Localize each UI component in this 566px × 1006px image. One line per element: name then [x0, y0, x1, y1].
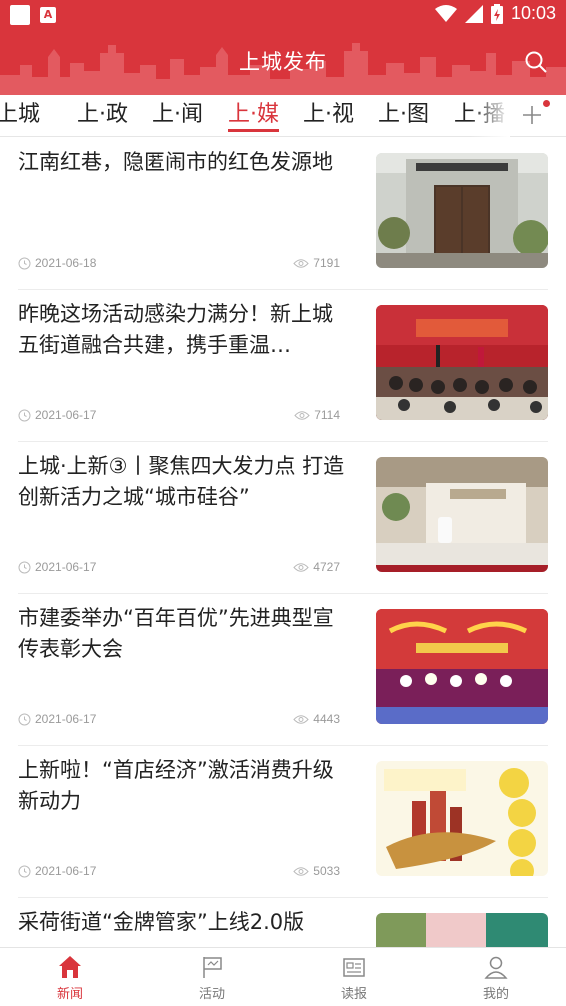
news-views: 4443 — [313, 712, 340, 726]
tab-shi[interactable]: 上·视 — [303, 100, 354, 134]
tab-mei[interactable]: 上·媒 — [228, 100, 279, 134]
eye-icon — [293, 714, 309, 724]
user-icon — [484, 956, 508, 979]
news-title: 江南红巷，隐匿闹市的红色发源地 — [18, 150, 333, 174]
eye-icon — [294, 410, 310, 420]
news-meta: 2021-06-17 4443 — [18, 712, 340, 730]
news-views: 5033 — [313, 864, 340, 878]
news-title: 市建委举办“百年百优”先进典型宣传表彰大会 — [18, 606, 334, 661]
news-title: 上城·上新③丨聚焦四大发力点 打造创新活力之城“城市硅谷” — [18, 454, 345, 509]
news-date: 2021-06-18 — [35, 256, 97, 270]
news-item[interactable]: 昨晚这场活动感染力满分！新上城五街道融合共建，携手重温… 2021-06-17 … — [18, 290, 548, 442]
news-thumbnail — [376, 305, 548, 420]
nav-newspaper[interactable]: 读报 — [314, 954, 394, 1002]
news-thumbnail — [376, 609, 548, 724]
bottom-nav: 新闻 活动 读报 我的 — [0, 947, 566, 1006]
status-bar: A 10:03 — [0, 0, 566, 30]
news-meta: 2021-06-18 7191 — [18, 256, 340, 274]
battery-icon — [490, 3, 503, 24]
news-title: 昨晚这场活动感染力满分！新上城五街道融合共建，携手重温… — [18, 302, 333, 357]
app-header: A 10:03 上城发布 — [0, 0, 566, 95]
news-thumbnail — [376, 153, 548, 268]
add-channel-icon[interactable] — [520, 103, 544, 127]
nav-news[interactable]: 新闻 — [30, 954, 110, 1002]
newspaper-icon — [343, 958, 365, 977]
eye-icon — [293, 866, 309, 876]
status-time: 10:03 — [510, 3, 556, 23]
flag-icon — [203, 957, 222, 978]
tab-shangcheng[interactable]: 上城 — [0, 100, 40, 134]
nav-label: 我的 — [482, 987, 509, 1002]
news-item[interactable]: 采荷街道“金牌管家”上线2.0版 — [18, 898, 548, 947]
news-list: 江南红巷，隐匿闹市的红色发源地 2021-06-18 7191 昨晚这场活动感染… — [0, 138, 566, 947]
clock-icon — [18, 257, 31, 269]
news-item[interactable]: 市建委举办“百年百优”先进典型宣传表彰大会 2021-06-17 4443 — [18, 594, 548, 746]
new-channel-dot — [543, 100, 550, 107]
news-views: 7114 — [314, 408, 340, 422]
tab-fade — [470, 95, 510, 137]
wifi-icon — [434, 4, 457, 22]
nav-profile[interactable]: 我的 — [456, 954, 536, 1002]
news-thumbnail — [376, 761, 548, 876]
clock-icon — [18, 409, 31, 421]
tab-wen[interactable]: 上·闻 — [152, 100, 203, 134]
news-title: 上新啦！“首店经济”激活消费升级新动力 — [18, 758, 334, 813]
news-date: 2021-06-17 — [35, 864, 97, 878]
nav-label: 活动 — [198, 987, 225, 1002]
app-title: 上城发布 — [239, 50, 327, 74]
home-icon — [59, 956, 81, 978]
clock-icon — [18, 713, 31, 725]
eye-icon — [293, 258, 309, 268]
news-date: 2021-06-17 — [35, 712, 97, 726]
tab-zheng[interactable]: 上·政 — [77, 100, 128, 134]
news-item[interactable]: 上城·上新③丨聚焦四大发力点 打造创新活力之城“城市硅谷” 2021-06-17… — [18, 442, 548, 594]
news-views: 4727 — [313, 560, 340, 574]
news-thumbnail — [376, 457, 548, 572]
nav-label: 新闻 — [56, 987, 83, 1002]
clock-icon — [18, 865, 31, 877]
clock-icon — [18, 561, 31, 573]
news-meta: 2021-06-17 7114 — [18, 408, 340, 426]
notification-icon — [10, 5, 30, 25]
signal-icon — [464, 4, 483, 23]
news-item[interactable]: 上新啦！“首店经济”激活消费升级新动力 2021-06-17 5033 — [18, 746, 548, 898]
nav-activities[interactable]: 活动 — [172, 954, 252, 1002]
eye-icon — [293, 562, 309, 572]
app-notification-icon: A — [40, 7, 56, 23]
nav-label: 读报 — [340, 987, 367, 1002]
news-title: 采荷街道“金牌管家”上线2.0版 — [18, 910, 305, 934]
news-date: 2021-06-17 — [35, 560, 97, 574]
channel-tabs: 上城 上·政 上·闻 上·媒 上·视 上·图 上·播 — [0, 95, 566, 137]
tab-tu[interactable]: 上·图 — [378, 100, 429, 134]
search-icon[interactable] — [524, 50, 548, 74]
news-thumbnail — [376, 913, 548, 947]
news-meta: 2021-06-17 5033 — [18, 864, 340, 882]
active-tab-underline — [228, 129, 279, 132]
news-views: 7191 — [313, 256, 340, 270]
news-item[interactable]: 江南红巷，隐匿闹市的红色发源地 2021-06-18 7191 — [18, 138, 548, 290]
news-date: 2021-06-17 — [35, 408, 97, 422]
news-meta: 2021-06-17 4727 — [18, 560, 340, 578]
